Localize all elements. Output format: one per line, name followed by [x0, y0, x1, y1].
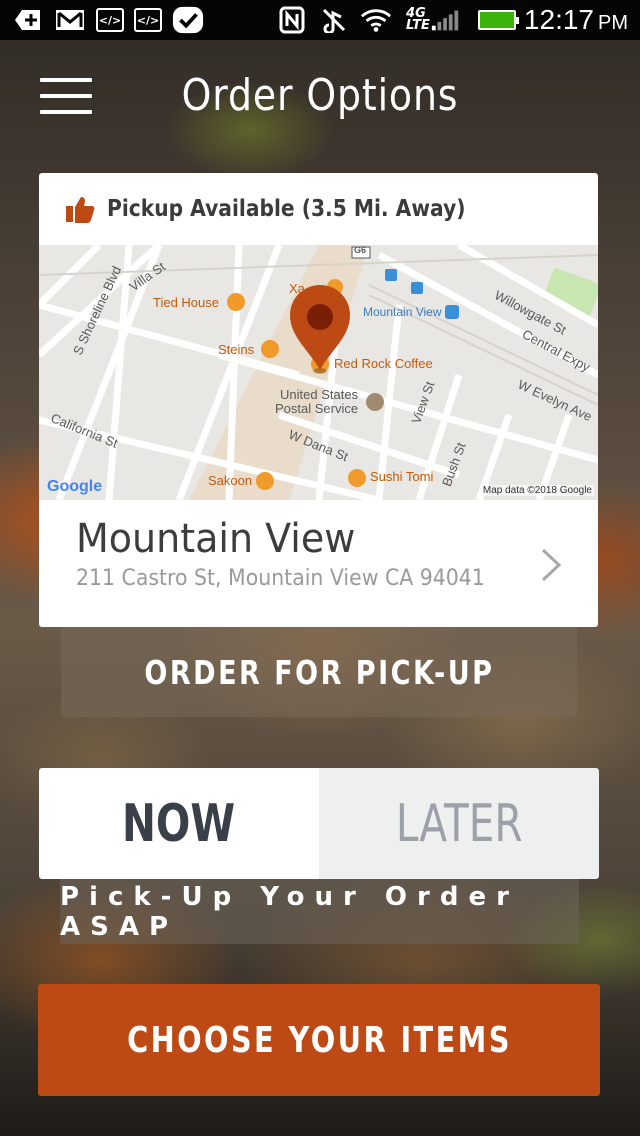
chevron-right-icon: [541, 548, 562, 582]
map-streets: [39, 245, 598, 500]
order-type-button[interactable]: ORDER FOR PICK-UP: [61, 627, 577, 717]
choose-items-button[interactable]: CHOOSE YOUR ITEMS: [38, 984, 600, 1096]
map-label: United States: [280, 387, 359, 402]
signal-icon: [430, 7, 462, 33]
highway-marker: G6: [353, 245, 366, 255]
timing-toggle: NOW LATER: [39, 768, 599, 879]
add-icon: [12, 7, 44, 33]
pickup-availability-text: Pickup Available (3.5 Mi. Away): [107, 196, 466, 222]
later-option[interactable]: LATER: [319, 768, 599, 879]
app-header: Order Options: [0, 40, 640, 154]
status-bar: </> </> 4G LTE 12:17 PM: [0, 0, 640, 40]
nfc-icon: [276, 6, 308, 34]
code-icon: </>: [134, 8, 162, 32]
page-title: Order Options: [181, 70, 459, 121]
wifi-icon: [360, 7, 392, 33]
location-map[interactable]: G6 Villa St S Shoreline Blvd Tied House …: [39, 245, 598, 500]
location-row[interactable]: Mountain View 211 Castro St, Mountain Vi…: [39, 500, 598, 627]
google-logo: Google: [47, 478, 103, 495]
network-type: 4G LTE: [406, 6, 430, 33]
pickup-availability-row: Pickup Available (3.5 Mi. Away): [39, 173, 598, 245]
now-option[interactable]: NOW: [39, 768, 319, 879]
location-name: Mountain View: [76, 516, 356, 562]
timing-note: Pick-Up Your Order ASAP: [60, 879, 579, 944]
location-card: Pickup Available (3.5 Mi. Away) G6 Villa…: [39, 173, 598, 627]
gmail-icon: [54, 7, 86, 33]
map-label: Steins: [218, 342, 255, 357]
order-type-label: ORDER FOR PICK-UP: [143, 652, 495, 692]
map-attribution: Map data ©2018 Google: [480, 485, 594, 496]
clock: 12:17 PM: [523, 4, 628, 35]
mute-icon: [318, 7, 350, 33]
map-label: Mountain View: [363, 305, 442, 319]
check-icon: [172, 6, 204, 34]
thumbs-up-icon: [66, 197, 95, 223]
map-label: Sushi Tomi: [370, 469, 434, 484]
location-address: 211 Castro St, Mountain View CA 94041: [76, 566, 485, 591]
map-label: Tied House: [153, 295, 219, 310]
code-icon: </>: [96, 8, 124, 32]
battery-charging-icon: [477, 10, 519, 30]
map-label: Sakoon: [208, 473, 253, 488]
map-label: Red Rock Coffee: [334, 356, 433, 371]
map-label: Postal Service: [275, 401, 359, 416]
map-label: Xa: [289, 281, 305, 296]
